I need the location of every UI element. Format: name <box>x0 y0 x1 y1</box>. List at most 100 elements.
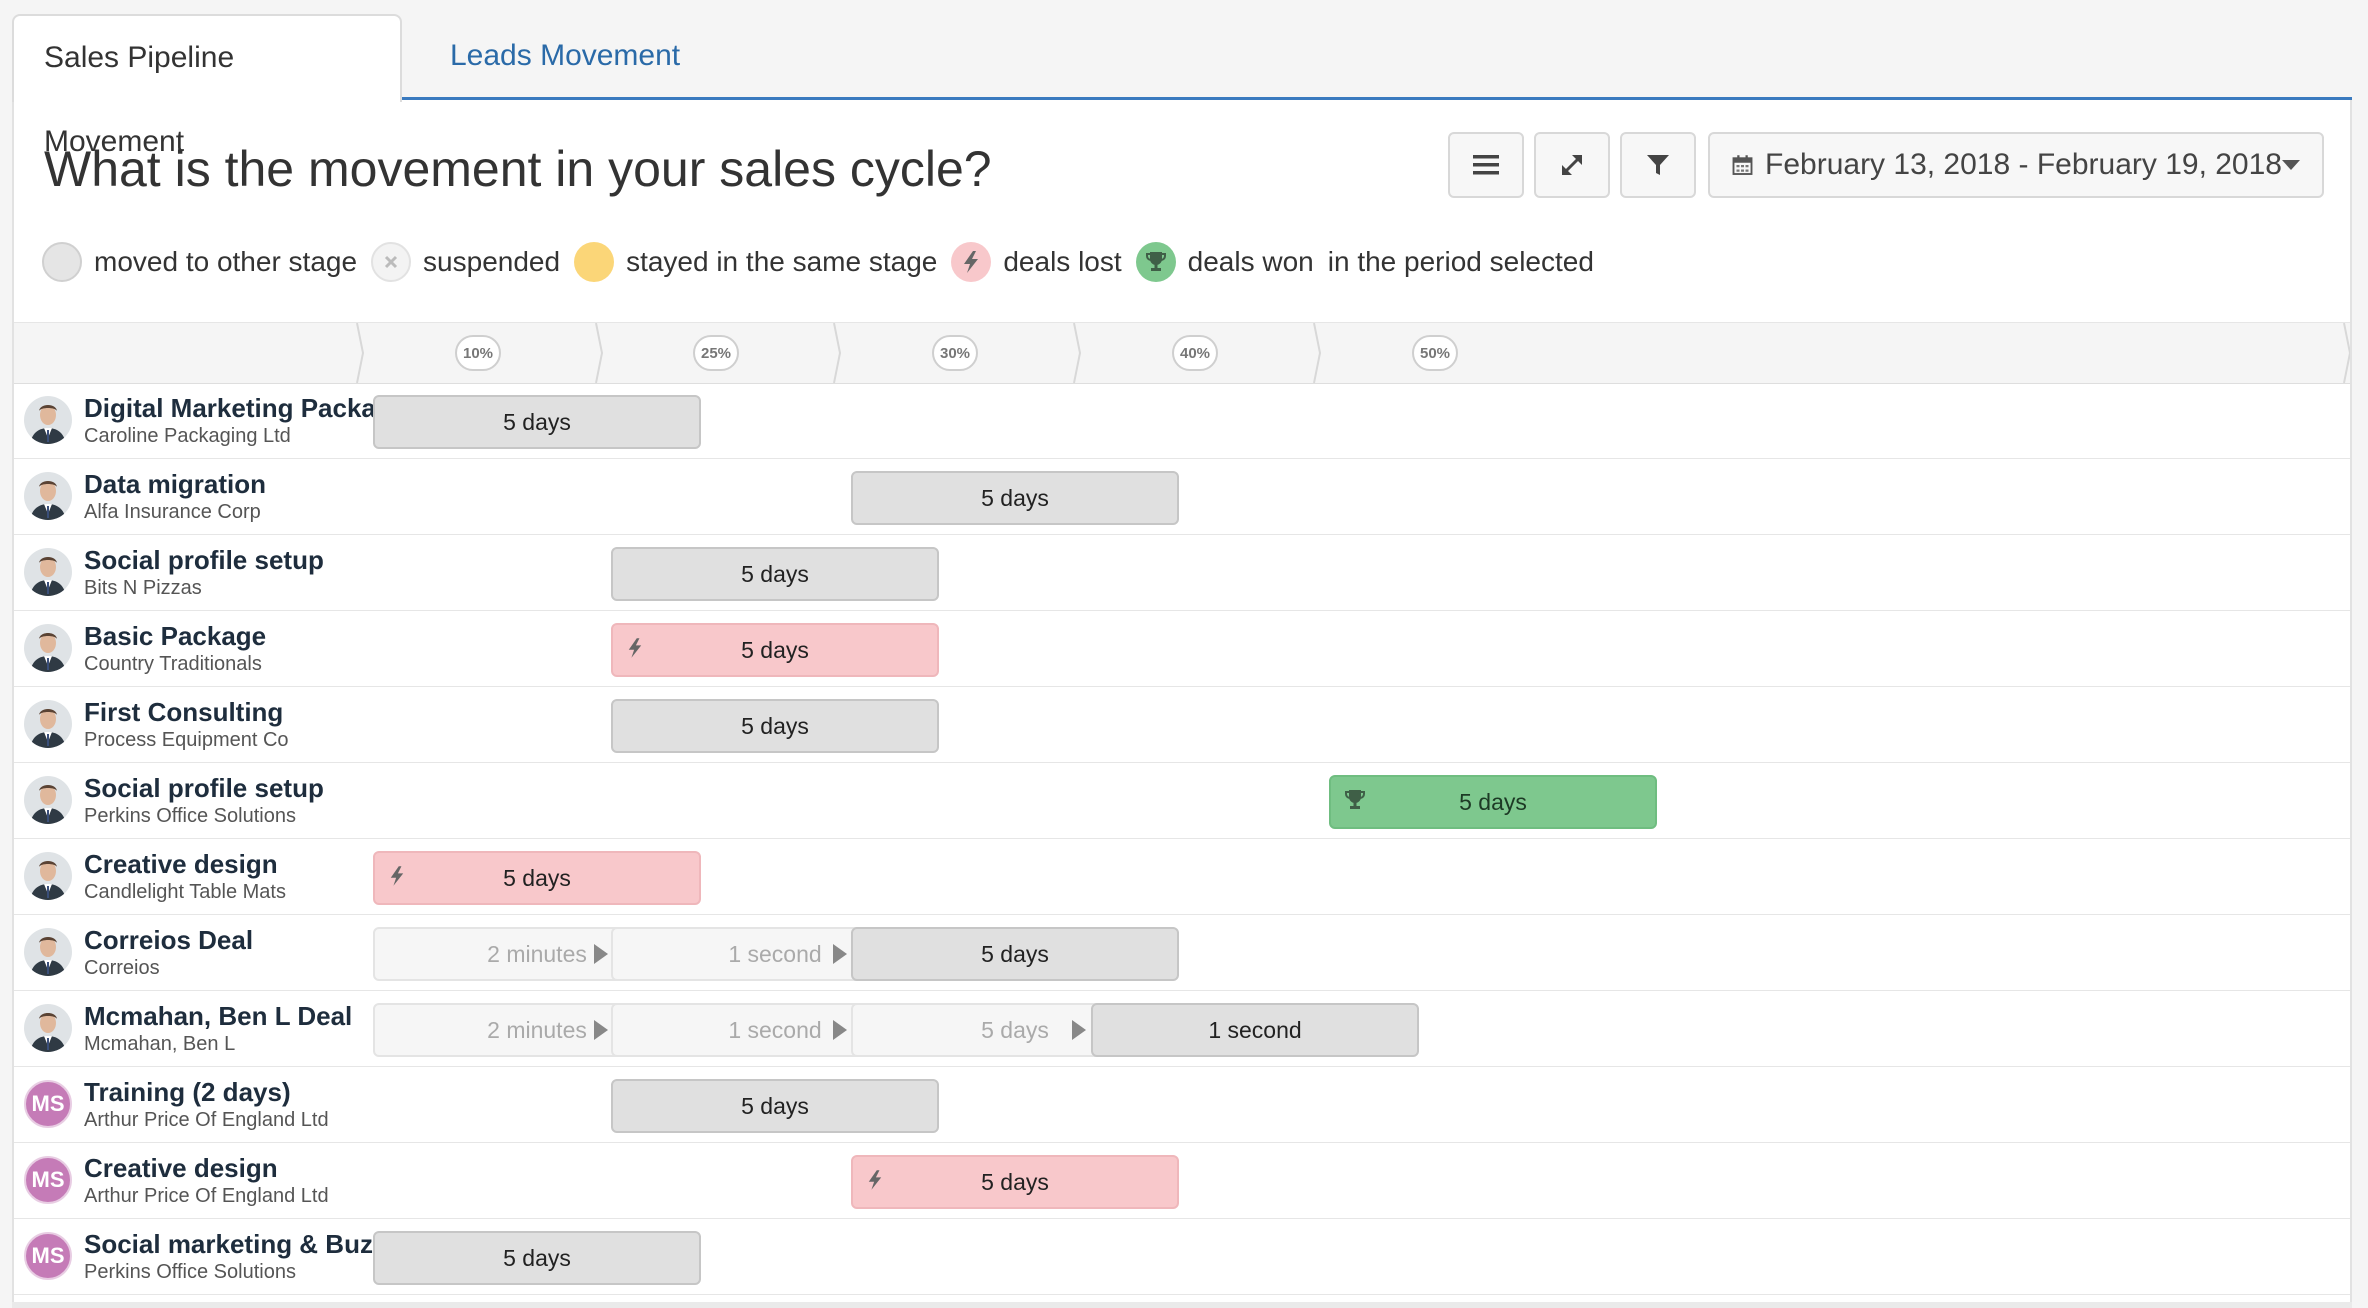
deal-company: Country Traditionals <box>84 653 262 675</box>
avatar-initials: MS <box>24 1156 72 1204</box>
deal-company: Correios <box>84 957 160 979</box>
date-range-text: February 13, 2018 - February 19, 2018 <box>1765 148 2282 181</box>
suspended-x-icon <box>371 242 412 282</box>
stage-duration-bar-moved[interactable]: 5 days <box>373 1231 701 1285</box>
deal-row[interactable]: MS Training (2 days) Arthur Price Of Engla… <box>14 1067 2350 1143</box>
pipeline-panel: What is the movement in your sales cycle… <box>12 100 2352 1304</box>
duration-label: 1 second <box>1208 1016 1302 1043</box>
stage-duration-bar-won[interactable]: 5 days <box>1329 775 1657 829</box>
duration-label: 5 days <box>741 712 809 739</box>
tab-sales-pipeline-movement[interactable]: Sales Pipeline Movement <box>12 14 402 158</box>
stage-duration-bar-moved[interactable]: 5 days <box>611 547 939 601</box>
deal-row[interactable]: MS Creative design Arthur Price Of England… <box>14 1143 2350 1219</box>
deal-company: Bits N Pizzas <box>84 577 202 599</box>
stage-duration-bar-moved[interactable]: 5 days <box>851 927 1179 981</box>
deal-title[interactable]: First Consulting <box>84 697 283 728</box>
trophy-icon <box>1135 242 1176 282</box>
avatar <box>24 548 72 596</box>
duration-label: 5 days <box>981 1168 1049 1195</box>
legend-suspended-label: suspended <box>423 246 561 277</box>
deal-title[interactable]: Basic Package <box>84 621 266 652</box>
menu-icon <box>1473 155 1499 175</box>
duration-label: 1 second <box>728 1016 822 1043</box>
duration-label: 5 days <box>741 636 809 663</box>
date-range-picker[interactable]: February 13, 2018 - February 19, 2018 <box>1708 132 2324 198</box>
legend-moved-label: moved to other stage <box>94 246 358 277</box>
stage-duration-bar-moved[interactable]: 5 days <box>373 395 701 449</box>
deal-company: Arthur Price Of England Ltd <box>84 1185 329 1207</box>
stage-arrow-icon <box>833 944 847 964</box>
tab-leads-movement[interactable]: Leads Movement <box>420 14 710 98</box>
expand-icon <box>1561 154 1583 176</box>
deal-row[interactable]: Mcmahan, Ben L Deal Mcmahan, Ben L 2 minut… <box>14 991 2350 1067</box>
tab-bar: Sales Pipeline Movement Leads Movement <box>12 14 2352 158</box>
duration-label: 5 days <box>981 940 1049 967</box>
deal-company: Perkins Office Solutions <box>84 1261 296 1283</box>
avatar-initials: MS <box>24 1080 72 1128</box>
legend-won-label: deals won <box>1187 246 1314 277</box>
deal-row[interactable]: Correios Deal Correios 2 minutes 1 second 5 … <box>14 915 2350 991</box>
deal-title[interactable]: Digital Marketing Package <box>84 393 406 424</box>
stage-10-percent: 10% <box>455 335 501 371</box>
deal-company: Candlelight Table Mats <box>84 881 286 903</box>
stage-50-percent: 50% <box>1412 335 1458 371</box>
stage-header: 10% 25% 30% 40% 50% <box>14 322 2350 384</box>
duration-label: 5 days <box>503 1244 571 1271</box>
deal-title[interactable]: Social marketing & Buzz <box>84 1229 386 1260</box>
deal-title[interactable]: Social profile setup <box>84 545 324 576</box>
duration-label: 5 days <box>741 560 809 587</box>
stage-duration-bar-moved[interactable]: 5 days <box>611 699 939 753</box>
lightning-icon <box>627 637 643 665</box>
deal-title[interactable]: Data migration <box>84 469 266 500</box>
stage-40-percent: 40% <box>1172 335 1218 371</box>
duration-label: 5 days <box>981 1016 1049 1043</box>
duration-label: 5 days <box>981 484 1049 511</box>
list-view-button[interactable] <box>1448 132 1524 198</box>
deal-row[interactable]: First Consulting Process Equipment Co 5 da… <box>14 687 2350 763</box>
deal-title[interactable]: Mcmahan, Ben L Deal <box>84 1001 352 1032</box>
filter-button[interactable] <box>1620 132 1696 198</box>
deal-company: Alfa Insurance Corp <box>84 501 261 523</box>
stage-duration-bar-moved[interactable]: 1 second <box>1091 1003 1419 1057</box>
deal-title[interactable]: Social profile setup <box>84 773 324 804</box>
deal-row[interactable]: Data migration Alfa Insurance Corp 5 days <box>14 459 2350 535</box>
chevron-down-icon <box>2282 160 2300 170</box>
deal-title[interactable]: Creative design <box>84 1153 278 1184</box>
stage-25-percent: 25% <box>693 335 739 371</box>
deal-row[interactable]: MS Social marketing & Buzz Perkins Office … <box>14 1219 2350 1295</box>
avatar <box>24 928 72 976</box>
legend-lost-label: deals lost <box>1003 246 1122 277</box>
deal-row[interactable]: Social profile setup Perkins Office Solut… <box>14 763 2350 839</box>
deal-row[interactable]: Basic Package Country Traditionals 5 days <box>14 611 2350 687</box>
stage-arrow-icon <box>594 944 608 964</box>
deal-company: Caroline Packaging Ltd <box>84 425 291 447</box>
duration-label: 5 days <box>1459 788 1527 815</box>
stage-duration-bar-moved[interactable]: 5 days <box>611 1079 939 1133</box>
deal-company: Arthur Price Of England Ltd <box>84 1109 329 1131</box>
lightning-icon <box>389 865 405 893</box>
stage-30-percent: 30% <box>932 335 978 371</box>
deal-row[interactable]: Digital Marketing Package Caroline Packag… <box>14 383 2350 459</box>
duration-label: 5 days <box>741 1092 809 1119</box>
avatar <box>24 624 72 672</box>
legend-stayed-label: stayed in the same stage <box>626 246 938 277</box>
deal-row[interactable]: Creative design Candlelight Table Mats 5 d… <box>14 839 2350 915</box>
stage-duration-bar-lost[interactable]: 5 days <box>373 851 701 905</box>
duration-label: 5 days <box>503 408 571 435</box>
deal-title[interactable]: Creative design <box>84 849 278 880</box>
stage-arrow-icon <box>594 1020 608 1040</box>
avatar <box>24 776 72 824</box>
expand-button[interactable] <box>1534 132 1610 198</box>
stage-duration-bar-moved[interactable]: 5 days <box>851 471 1179 525</box>
calendar-icon <box>1732 155 1753 175</box>
stage-duration-bar-lost[interactable]: 5 days <box>851 1155 1179 1209</box>
avatar-initials: MS <box>24 1232 72 1280</box>
duration-label: 1 second <box>728 940 822 967</box>
deal-title[interactable]: Correios Deal <box>84 925 253 956</box>
avatar <box>24 700 72 748</box>
stage-duration-bar-lost[interactable]: 5 days <box>611 623 939 677</box>
deal-company: Perkins Office Solutions <box>84 805 296 827</box>
deal-row[interactable]: Social profile setup Bits N Pizzas 5 days <box>14 535 2350 611</box>
deal-title[interactable]: Training (2 days) <box>84 1077 291 1108</box>
panel-bottom-edge <box>12 1302 2352 1308</box>
